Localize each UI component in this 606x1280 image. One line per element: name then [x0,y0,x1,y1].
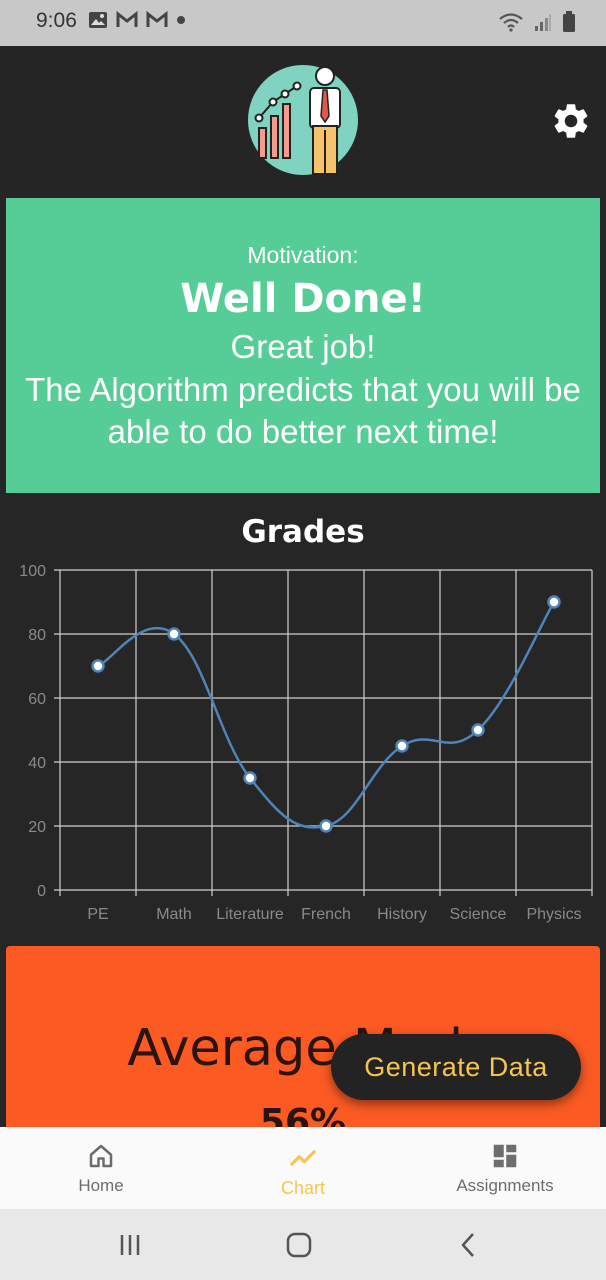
x-tick-label: Physics [526,906,581,923]
y-tick-label: 80 [28,627,46,644]
data-point [395,739,409,753]
motivation-subtitle: Great job! [230,328,376,365]
motivation-headline: Well Done! [180,276,426,322]
notification-icons [88,11,186,29]
chart-line-icon [290,1150,316,1166]
system-status-icons [498,11,576,33]
system-navigation-bar [0,1209,606,1280]
y-tick-label: 20 [28,819,46,836]
x-tick-label: History [377,906,427,923]
app-header [0,46,606,198]
back-icon[interactable] [449,1229,489,1261]
wifi-icon [499,13,523,32]
business-chart-logo-icon [248,65,358,175]
bottom-navigation: Home Chart Assignments [0,1127,606,1209]
motivation-label: Motivation: [247,242,359,268]
series-line [97,601,556,829]
dot-icon [177,16,185,24]
image-icon [89,12,107,28]
status-bar: 9:06 [0,0,606,46]
data-point [547,595,561,609]
home-circle-icon[interactable] [279,1229,319,1261]
y-tick-label: 40 [28,755,46,772]
data-point [471,723,485,737]
x-tick-label: French [301,906,351,923]
generate-data-button[interactable]: Generate Data [331,1034,581,1100]
battery-icon [563,11,575,32]
motivation-message: The Algorithm predicts that you will be … [25,371,581,450]
data-point [319,819,333,833]
data-point [243,771,257,785]
x-tick-label: Math [156,906,192,923]
y-tick-label: 100 [19,563,46,580]
nav-label-home: Home [78,1176,124,1195]
signal-icon [535,14,551,31]
x-tick-label: PE [87,906,108,923]
nav-label-chart: Chart [280,1178,325,1198]
nav-label-assignments: Assignments [456,1176,554,1195]
dashboard-icon [493,1144,517,1168]
motivation-card: Motivation: Well Done! Great job! The Al… [6,198,600,493]
gmail-icon [116,11,138,27]
y-tick-label: 0 [37,883,46,900]
gmail-icon [146,11,168,27]
nav-item-chart[interactable]: Chart [202,1127,404,1209]
gear-icon[interactable] [550,100,592,142]
nav-item-assignments[interactable]: Assignments [404,1127,606,1209]
chart-title: Grades [241,514,365,550]
status-time: 9:06 [36,9,77,32]
home-icon [89,1144,113,1168]
data-point [91,659,105,673]
x-tick-label: Literature [216,906,284,923]
nav-item-home[interactable]: Home [0,1127,202,1209]
data-point [167,627,181,641]
x-tick-label: Science [450,906,507,923]
grades-line-chart: 0 20 40 60 80 100 PE Math Literature French Histor… [19,563,593,923]
y-tick-label: 60 [28,691,46,708]
recent-apps-icon[interactable] [110,1229,150,1261]
